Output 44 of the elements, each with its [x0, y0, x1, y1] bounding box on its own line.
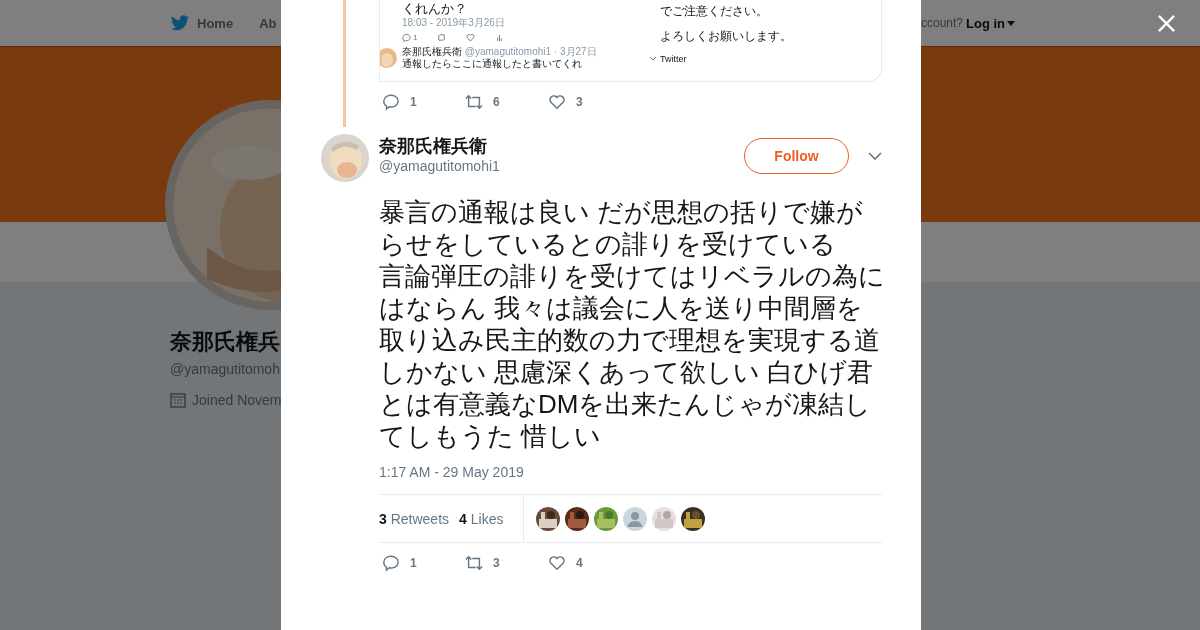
joined-date: Joined Novem [192, 392, 282, 408]
action-count: 3 [493, 556, 500, 570]
footer-text: Twitter [660, 54, 687, 64]
tweet-text: 言論弾圧の誹りを受けてはリベラルの為にはならん 我々は議会に人を送り中間層を取り込み民主的数の力で理想を実現する道しかない 思慮深くあって欲しい 白ひげ君とは有意義なDMを出来たんじゃが凍結してしもうた 惜しい [379, 260, 885, 452]
action-count: 3 [576, 95, 583, 109]
quoted-author: 奈那氏権兵衛 [402, 46, 462, 57]
heart-icon[interactable] [548, 93, 566, 111]
chevron-icon [650, 57, 656, 61]
profile-handle: @yamagutitomoh [170, 361, 280, 377]
tweet-text: くれんか？ [402, 0, 468, 17]
follow-button[interactable]: Follow [744, 138, 849, 174]
action-count: 4 [576, 556, 583, 570]
chart-icon [495, 32, 505, 42]
action-count: 1 [410, 556, 417, 570]
reply-icon[interactable] [382, 93, 400, 111]
quoted-meta: @yamagutitomohi1 · 3月27日 [464, 46, 597, 57]
action-count: 1 [410, 95, 417, 109]
stat-link[interactable]: 4 Likes [459, 510, 504, 527]
tweet-date: 18:03 - 2019年3月26日 [402, 17, 506, 29]
nav-link[interactable]: Home [197, 15, 234, 31]
author-name[interactable]: 奈那氏権兵衛 [379, 135, 744, 157]
stat-link[interactable]: 3 Retweets [379, 510, 450, 527]
attached-screenshot[interactable]: くれんか？ 18:03 - 2019年3月26日 1 奈那氏権兵衛 @yamagutitomohi1 · 3月27日 通報したらここに通報したと書いてくれ でご注意ください。 よろしくお願いします。 Twitter [379, 0, 882, 82]
tweet-text: 暴言の通報は良い だが思想の括りで嫌がらせをしているとの誹りを受けている [379, 196, 865, 260]
timestamp: 1:17 AM - 29 May 2019 [379, 463, 525, 481]
quoted-text: 通報したらここに通報したと書いてくれ [402, 58, 583, 70]
author-handle[interactable]: @yamagutitomohi1 [379, 157, 744, 175]
notice-line: でご注意ください。 [660, 4, 769, 18]
reply-icon [402, 32, 411, 42]
chevron-icon[interactable] [868, 152, 882, 160]
caret-icon[interactable] [1007, 20, 1015, 26]
action-count: 6 [493, 95, 500, 109]
account-prompt: ccount? [920, 16, 963, 30]
reply-count: 1 [413, 32, 418, 42]
close-icon[interactable] [1157, 14, 1176, 33]
calendar-icon [170, 392, 186, 408]
nav-link[interactable]: Ab [259, 15, 277, 31]
login-link[interactable]: Log in [966, 15, 1005, 31]
heart-icon[interactable] [548, 554, 566, 572]
heart-icon [466, 32, 476, 42]
reply-icon[interactable] [382, 554, 400, 572]
notice-line: よろしくお願いします。 [660, 29, 793, 43]
default-avatar-icon[interactable] [623, 506, 648, 531]
profile-name: 奈那氏権兵 [170, 328, 280, 356]
